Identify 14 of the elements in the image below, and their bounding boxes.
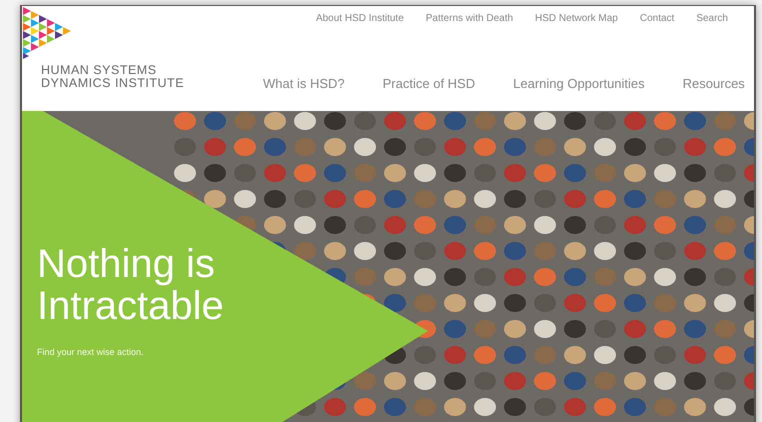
hero-headline: Nothing is Intractable — [37, 243, 225, 327]
top-nav-link[interactable]: Patterns with Death — [426, 11, 514, 26]
brand-name[interactable]: HUMAN SYSTEMS — [41, 64, 241, 77]
logo-icon[interactable] — [23, 7, 73, 59]
top-nav-link[interactable]: Search — [696, 11, 728, 26]
main-nav-link[interactable]: Practice of HSD — [382, 77, 476, 90]
top-nav-link[interactable]: HSD Network Map — [535, 11, 618, 26]
top-nav-link[interactable]: About HSD Institute — [316, 11, 404, 26]
top-nav-link[interactable]: Contact — [640, 11, 674, 26]
main-nav-link[interactable]: What is HSD? — [263, 77, 345, 90]
brand-name[interactable]: DYNAMICS INSTITUTE — [41, 77, 241, 90]
main-nav-link[interactable]: Learning Opportunities — [513, 77, 645, 90]
hero-subtitle: Find your next wise action. — [37, 346, 144, 359]
main-nav-link[interactable]: Resources — [682, 77, 745, 90]
